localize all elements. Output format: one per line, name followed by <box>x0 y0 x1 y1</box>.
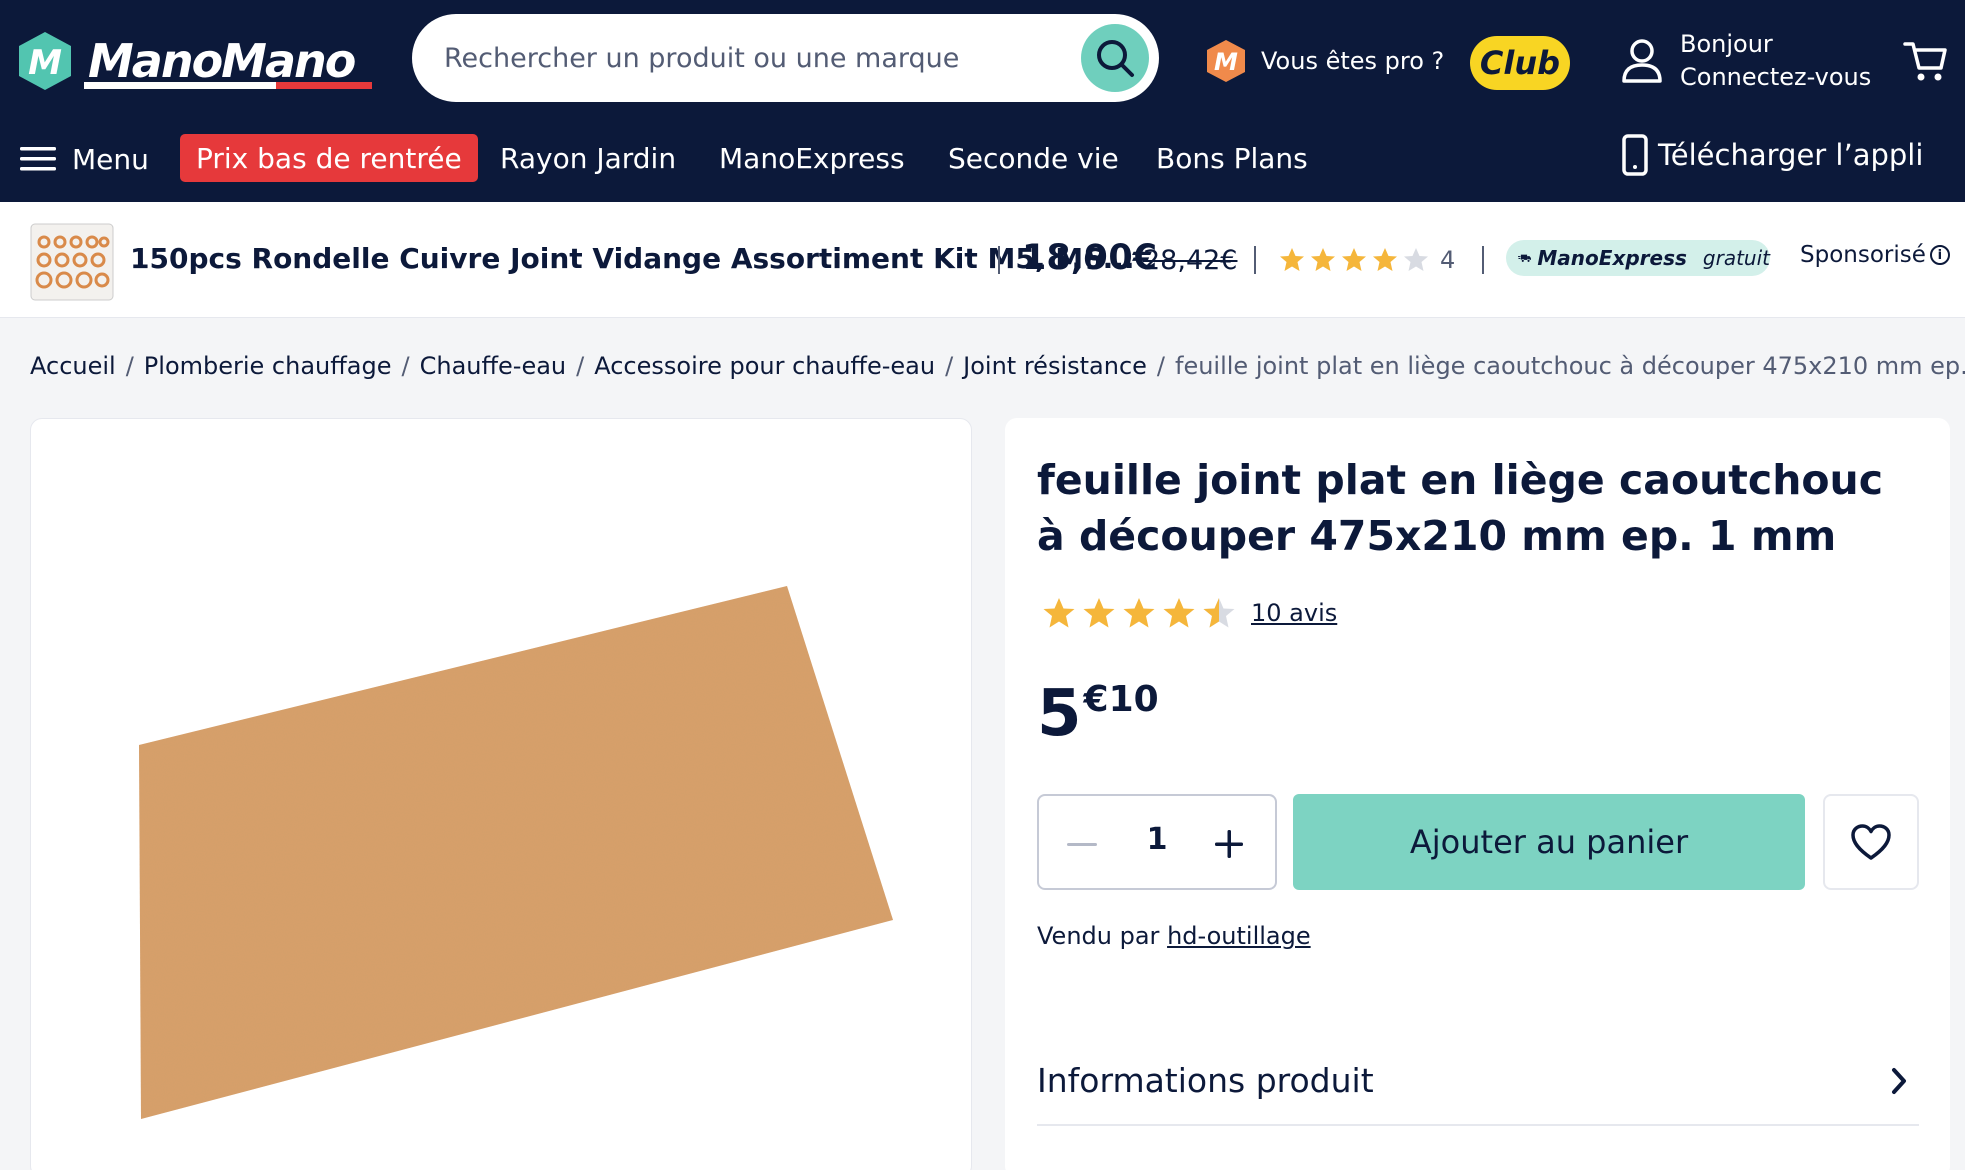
sponsored-rating-stars <box>1278 246 1438 274</box>
logo-text: ManoMano <box>88 34 356 88</box>
product-rating: 10 avis <box>1041 596 1337 630</box>
product-information-label: Informations produit <box>1037 1060 1374 1100</box>
breadcrumb-chauffe-eau[interactable]: Chauffe-eau <box>420 352 567 380</box>
product-info-card: feuille joint plat en liège caoutchouc à… <box>1005 418 1950 1170</box>
search-button[interactable] <box>1081 24 1149 92</box>
phone-icon <box>1622 134 1648 176</box>
manoexpress-label: ManoExpress <box>1537 246 1687 270</box>
manoexpress-badge: ManoExpress gratuit <box>1506 240 1770 276</box>
nav-item-manoexpress[interactable]: ManoExpress <box>719 142 905 175</box>
plus-icon <box>1215 830 1243 858</box>
menu-label: Menu <box>72 142 149 176</box>
nav-item-rayon-jardin[interactable]: Rayon Jardin <box>500 142 676 175</box>
breadcrumb-separator: / <box>945 352 954 380</box>
quantity-stepper: 1 <box>1037 794 1277 890</box>
account-login: Connectez-vous <box>1680 63 1872 91</box>
heart-icon <box>1851 824 1891 860</box>
divider <box>1482 246 1484 274</box>
search-input[interactable] <box>444 42 1044 74</box>
pro-link[interactable]: M Vous êtes pro ? <box>1203 38 1444 84</box>
sponsored-product-bar[interactable]: 150pcs Rondelle Cuivre Joint Vidange Ass… <box>0 202 1965 318</box>
breadcrumb-separator: / <box>576 352 585 380</box>
sponsored-rating-count: 4 <box>1440 246 1456 274</box>
divider <box>998 246 1000 274</box>
price-integer: 5 <box>1037 677 1082 751</box>
site-header: M ManoMano M Vous êtes pro ? Club Bonjou… <box>0 0 1965 202</box>
chevron-right-icon <box>1892 1068 1906 1094</box>
divider <box>1254 246 1256 274</box>
user-icon <box>1622 39 1662 83</box>
product-price: 5 €10 <box>1037 676 1159 752</box>
breadcrumb: Accueil / Plomberie chauffage / Chauffe-… <box>30 352 1965 380</box>
rating-stars <box>1041 596 1237 630</box>
product-image <box>139 586 893 1119</box>
logo-badge-icon: M <box>19 32 71 90</box>
sponsored-tag[interactable]: Sponsorisé i <box>1800 242 1950 268</box>
breadcrumb-plomberie[interactable]: Plomberie chauffage <box>144 352 392 380</box>
seller-prefix: Vendu par <box>1037 922 1160 950</box>
cart-icon <box>1903 42 1947 81</box>
reviews-link[interactable]: 10 avis <box>1251 599 1337 627</box>
breadcrumb-separator: / <box>1156 352 1165 380</box>
breadcrumb-separator: / <box>401 352 410 380</box>
download-app-label: Télécharger l’appli <box>1658 138 1924 172</box>
search-bar <box>412 14 1159 102</box>
pro-badge-icon: M <box>1207 40 1245 82</box>
sponsored-old-price: 28,42€ <box>1143 245 1238 276</box>
info-icon: i <box>1929 245 1950 265</box>
sponsored-label: Sponsorisé <box>1800 242 1926 268</box>
cart-button[interactable] <box>1903 38 1947 88</box>
svg-text:M: M <box>1214 48 1238 76</box>
increase-quantity-button[interactable] <box>1211 826 1247 862</box>
menu-button[interactable]: Menu <box>20 143 149 176</box>
breadcrumb-current: feuille joint plat en liège caoutchouc à… <box>1175 352 1965 380</box>
seller-link[interactable]: hd-outillage <box>1167 922 1311 950</box>
nav-item-seconde-vie[interactable]: Seconde vie <box>948 142 1119 175</box>
search-icon <box>1097 40 1134 77</box>
seller-info: Vendu par hd-outillage <box>1037 922 1311 950</box>
product-image-card[interactable] <box>30 418 972 1170</box>
star-icon <box>1043 598 1075 628</box>
wishlist-button[interactable] <box>1823 794 1919 890</box>
hamburger-icon <box>20 147 56 171</box>
main-nav: Menu Prix bas de rentrée Rayon Jardin Ma… <box>0 128 1965 190</box>
breadcrumb-separator: / <box>125 352 134 380</box>
club-button[interactable]: Club <box>1470 36 1570 90</box>
star-icon <box>1342 248 1366 271</box>
free-shipping-label: gratuit <box>1702 246 1770 270</box>
pro-label: Vous êtes pro ? <box>1261 47 1445 75</box>
sponsored-product-thumbnail <box>30 223 114 301</box>
star-icon <box>1280 248 1304 271</box>
breadcrumb-joint-resistance[interactable]: Joint résistance <box>963 352 1147 380</box>
star-half-icon <box>1203 598 1235 628</box>
star-icon <box>1123 598 1155 628</box>
minus-icon <box>1067 843 1097 846</box>
product-information-accordion[interactable]: Informations produit <box>1037 1036 1919 1126</box>
star-empty-icon <box>1404 248 1428 271</box>
star-icon <box>1083 598 1115 628</box>
sponsored-product-title[interactable]: 150pcs Rondelle Cuivre Joint Vidange Ass… <box>130 242 1135 275</box>
download-app-link[interactable]: Télécharger l’appli <box>1622 134 1923 176</box>
nav-item-prix-bas[interactable]: Prix bas de rentrée <box>180 134 478 182</box>
nav-item-bons-plans[interactable]: Bons Plans <box>1156 142 1308 175</box>
account-link[interactable]: Bonjour Connectez-vous <box>1620 28 1871 94</box>
star-icon <box>1373 248 1397 271</box>
price-decimal: €10 <box>1083 679 1159 720</box>
product-title: feuille joint plat en liège caoutchouc à… <box>1037 456 1884 560</box>
quantity-value[interactable]: 1 <box>1139 822 1175 857</box>
breadcrumb-accueil[interactable]: Accueil <box>30 352 116 380</box>
svg-text:M: M <box>28 43 62 83</box>
decrease-quantity-button[interactable] <box>1067 830 1097 860</box>
account-greeting: Bonjour <box>1680 30 1773 58</box>
sponsored-price: 18,90€ <box>1022 238 1158 278</box>
star-icon <box>1163 598 1195 628</box>
logo-flag-stripe <box>84 82 372 89</box>
add-to-cart-button[interactable]: Ajouter au panier <box>1293 794 1805 890</box>
breadcrumb-accessoire[interactable]: Accessoire pour chauffe-eau <box>594 352 935 380</box>
delivery-truck-icon <box>1518 254 1531 263</box>
star-icon <box>1311 248 1335 271</box>
